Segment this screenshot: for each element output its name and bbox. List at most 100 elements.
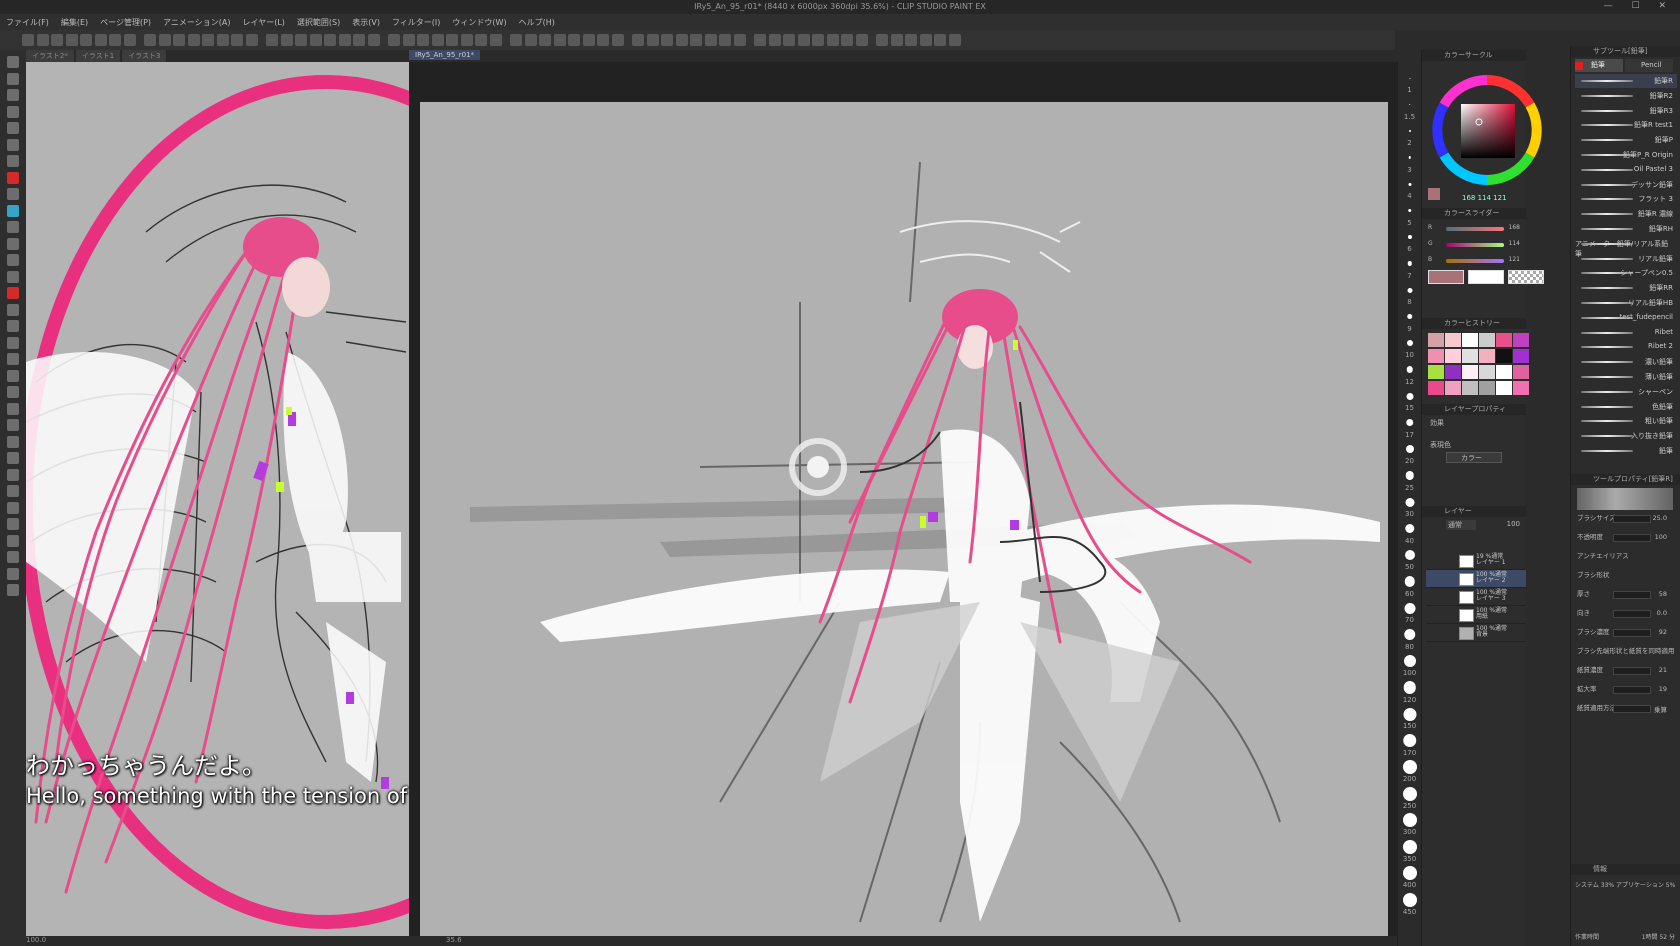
command-bar-icon[interactable] <box>597 34 609 46</box>
tool-property-slider[interactable] <box>1613 610 1651 618</box>
command-bar-icon[interactable] <box>890 34 903 46</box>
brush-item[interactable]: test_fudepencil <box>1575 311 1677 325</box>
brush-item[interactable]: 色鉛筆 <box>1575 400 1677 414</box>
brush-size-dot[interactable] <box>1407 208 1412 213</box>
brush-item[interactable]: 鉛筆P <box>1575 133 1677 147</box>
color-history-swatch[interactable] <box>1479 333 1495 347</box>
tool-icon[interactable] <box>7 584 19 596</box>
command-bar-icon[interactable] <box>754 34 766 46</box>
command-bar-icon[interactable] <box>646 34 659 46</box>
tool-icon[interactable] <box>7 534 19 547</box>
command-bar-icon[interactable] <box>280 34 293 46</box>
color-history-swatch[interactable] <box>1479 349 1495 363</box>
command-bar-icon[interactable] <box>158 34 171 46</box>
command-bar-icon[interactable] <box>826 34 839 46</box>
tool-icon[interactable] <box>7 402 19 415</box>
color-history-swatch[interactable] <box>1462 349 1478 363</box>
color-history-swatch[interactable] <box>1513 349 1529 363</box>
brush-item[interactable]: 入り抜き鉛筆 <box>1575 429 1677 443</box>
color-history-swatch[interactable] <box>1496 333 1512 347</box>
command-bar-icon[interactable] <box>632 34 644 46</box>
brush-size-dot[interactable] <box>1405 418 1414 427</box>
main-color-box[interactable] <box>1428 270 1464 284</box>
tool-icon[interactable] <box>7 419 19 431</box>
blend-mode-select[interactable]: 通常 <box>1446 520 1476 530</box>
color-history-swatch[interactable] <box>1496 365 1512 379</box>
main-canvas[interactable] <box>420 102 1388 936</box>
layer-opacity-value[interactable]: 100 <box>1507 520 1520 528</box>
tool-property-slider[interactable] <box>1613 686 1651 694</box>
color-history-swatch[interactable] <box>1513 381 1529 395</box>
brush-size-dot[interactable] <box>1406 366 1413 373</box>
brush-size-dot[interactable] <box>1408 156 1411 159</box>
command-bar-icon[interactable] <box>524 34 537 46</box>
menu-layer[interactable]: レイヤー(L) <box>236 14 290 28</box>
command-bar-icon[interactable] <box>539 34 551 46</box>
color-history-swatch[interactable] <box>1428 365 1444 379</box>
tab-main-canvas[interactable]: IRy5_An_95_r01* <box>409 50 481 60</box>
color-history-swatch[interactable] <box>1428 349 1444 363</box>
command-bar-icon[interactable] <box>919 34 932 46</box>
command-bar-icon[interactable] <box>295 34 307 46</box>
command-bar-icon[interactable] <box>309 34 322 46</box>
tool-icon[interactable] <box>7 122 19 134</box>
command-bar-icon[interactable] <box>123 34 136 46</box>
brush-item[interactable]: 薄い鉛筆 <box>1575 370 1677 384</box>
brush-item[interactable]: デッサン鉛筆 <box>1575 178 1677 192</box>
color-history-swatch[interactable] <box>1479 381 1495 395</box>
tab-illust3[interactable]: イラスト3 <box>122 50 167 62</box>
sub-color-box[interactable] <box>1468 270 1504 284</box>
layer-row[interactable]: 100 %通常 レイヤー 2 <box>1426 570 1526 588</box>
command-bar-icon[interactable] <box>245 34 258 46</box>
command-bar-icon[interactable] <box>855 34 868 46</box>
color-history-swatch[interactable] <box>1445 333 1461 347</box>
color-history-swatch[interactable] <box>1496 349 1512 363</box>
brush-item[interactable]: アニメーター鉛筆/リアル系鉛筆 <box>1575 237 1677 258</box>
menu-window[interactable]: ウィンドウ(W) <box>446 14 512 28</box>
command-bar-icon[interactable] <box>510 34 522 46</box>
slider-b[interactable]: B 121 <box>1428 256 1520 266</box>
brush-size-dot[interactable] <box>1403 707 1416 721</box>
command-bar-icon[interactable] <box>783 34 795 46</box>
tool-property-row[interactable]: 厚さ 58 <box>1577 588 1675 601</box>
tool-property-slider[interactable] <box>1613 515 1651 523</box>
command-bar-icon[interactable] <box>553 34 566 46</box>
menu-animation[interactable]: アニメーション(A) <box>157 14 236 28</box>
command-bar-icon[interactable] <box>324 34 336 46</box>
brush-size-dot[interactable] <box>1408 103 1411 106</box>
command-bar-icon[interactable] <box>489 34 502 46</box>
brush-size-dot[interactable] <box>1402 866 1417 880</box>
command-bar-icon[interactable] <box>65 34 78 46</box>
brush-item[interactable]: リアル鉛筆HB <box>1575 296 1677 310</box>
menu-file[interactable]: ファイル(F) <box>0 14 55 28</box>
tool-icon[interactable] <box>7 551 19 563</box>
tool-icon[interactable] <box>7 353 19 365</box>
brush-size-dot[interactable] <box>1404 602 1415 614</box>
color-wheel[interactable] <box>1431 74 1543 186</box>
tool-icon[interactable] <box>7 237 19 250</box>
brush-item[interactable]: 鉛筆R 濃線 <box>1575 207 1677 221</box>
command-bar-icon[interactable] <box>611 34 624 46</box>
tool-icon[interactable] <box>7 204 19 217</box>
color-history-swatch[interactable] <box>1445 381 1461 395</box>
command-bar-icon[interactable] <box>719 34 731 46</box>
tool-property-row[interactable]: 紙質濃度 21 <box>1577 664 1675 677</box>
tool-property-row[interactable]: ブラシ形状 <box>1577 569 1675 582</box>
left-zoom[interactable]: 100.0 <box>26 936 46 944</box>
command-bar-icon[interactable] <box>109 34 121 46</box>
brush-item[interactable]: 鉛筆RH <box>1575 222 1677 236</box>
command-bar-icon[interactable] <box>431 34 444 46</box>
tool-icon[interactable] <box>7 320 19 332</box>
layer-row[interactable]: 100 %通常 背景 <box>1426 624 1526 642</box>
brush-item[interactable]: リアル鉛筆 <box>1575 252 1677 266</box>
layer-row[interactable]: 19 %通常 レイヤー 1 <box>1426 552 1526 570</box>
command-bar-icon[interactable] <box>704 34 717 46</box>
command-bar-icon[interactable] <box>905 34 917 46</box>
tool-property-row[interactable]: アンチエイリアス <box>1577 550 1675 563</box>
brush-size-dot[interactable] <box>1408 130 1411 132</box>
brush-item[interactable]: 鉛筆R3 <box>1575 104 1677 118</box>
command-bar-icon[interactable] <box>367 34 380 46</box>
brush-size-dot[interactable] <box>1402 733 1417 748</box>
command-bar-icon[interactable] <box>690 34 702 46</box>
brush-size-dot[interactable] <box>1405 497 1414 507</box>
